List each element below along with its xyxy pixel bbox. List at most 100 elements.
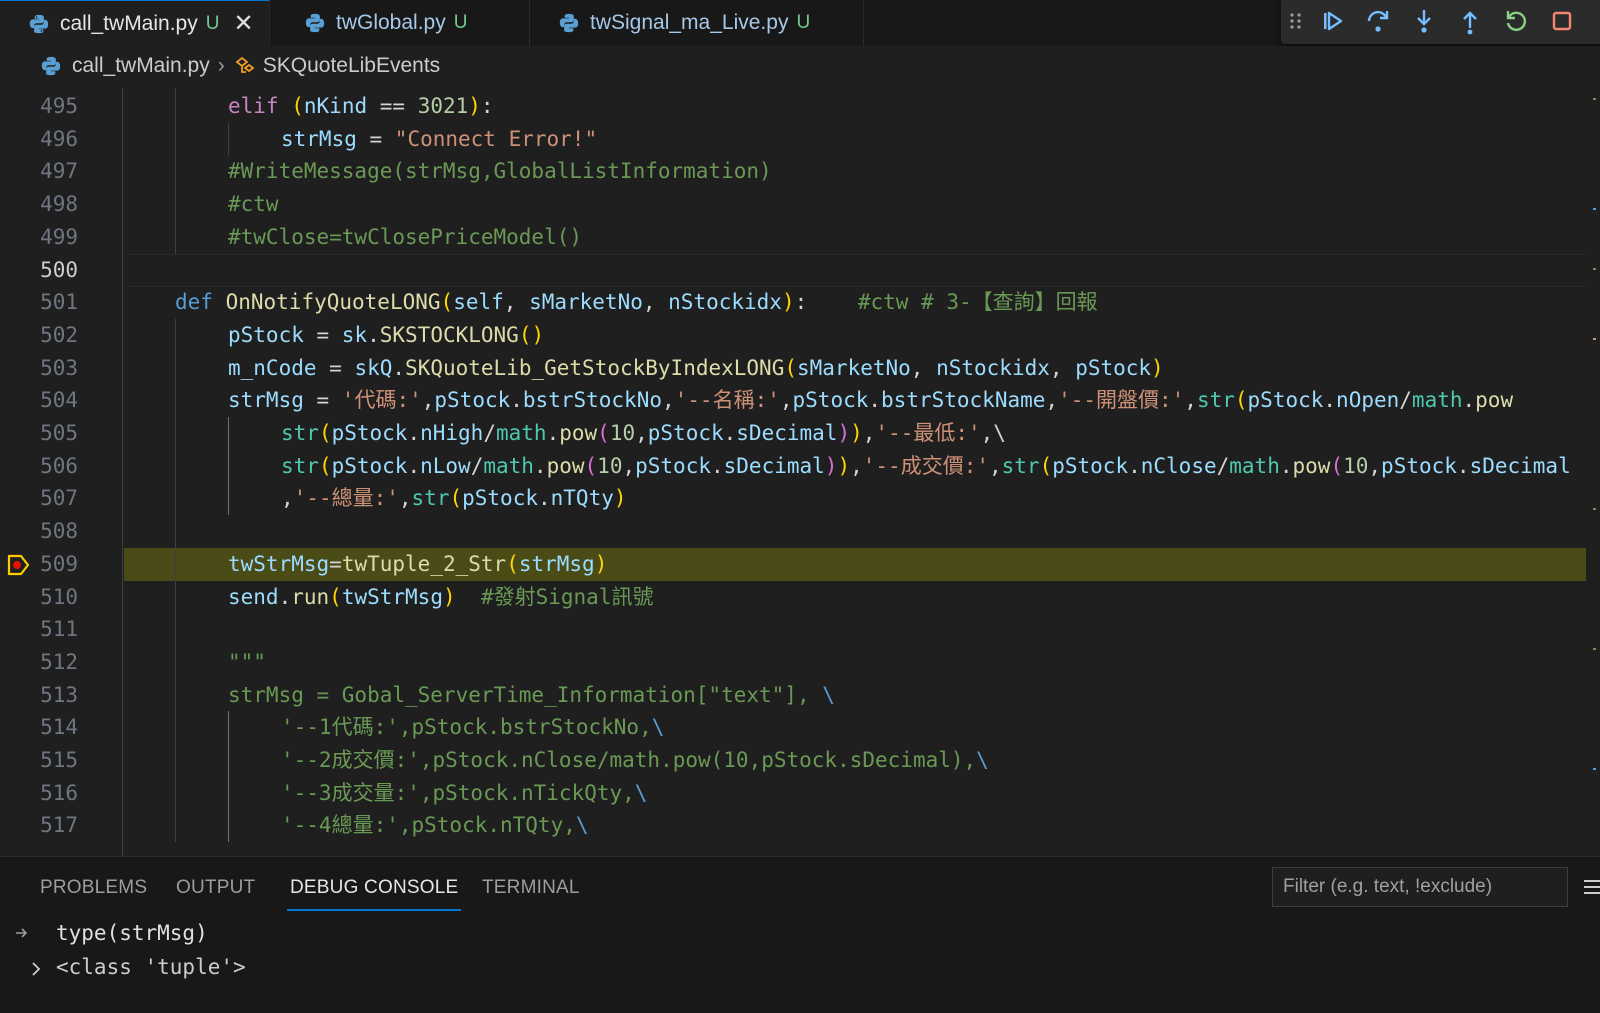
code-token: #ctw # 3-【查詢】回報 [857, 290, 1098, 315]
code-line[interactable]: 513 strMsg = Gobal_ServerTime_Information… [0, 678, 1600, 712]
line-number[interactable]: 502 [0, 319, 78, 352]
breadcrumb-file[interactable]: call_twMain.py [72, 54, 210, 78]
line-number[interactable]: 514 [0, 711, 78, 744]
code-line[interactable]: 508 [0, 515, 1600, 549]
line-number[interactable]: 505 [0, 417, 78, 450]
code-line[interactable]: 512 """ [0, 645, 1600, 679]
code-line[interactable]: 506 str(pStock.nLow/math.pow(10,pStock.sD… [0, 449, 1600, 483]
code-line[interactable]: 516 '--3成交量:',pStock.nTickQty,\ [0, 776, 1600, 810]
line-number[interactable]: 509 [0, 548, 78, 581]
line-number[interactable]: 511 [0, 613, 78, 646]
line-number[interactable]: 506 [0, 450, 78, 483]
step-over-icon[interactable] [1363, 6, 1393, 36]
code-token: ) [850, 421, 863, 445]
line-number[interactable]: 500 [0, 254, 78, 287]
tab-label: twGlobal.py [336, 11, 446, 34]
panel-tab-debug-console[interactable]: DEBUG CONSOLE [286, 877, 462, 911]
tab-call-twmain[interactable]: call_twMain.py U ✕ [0, 0, 270, 46]
line-number[interactable]: 499 [0, 221, 78, 254]
close-icon[interactable]: ✕ [233, 11, 253, 36]
code-token: / [483, 421, 496, 445]
step-into-icon[interactable] [1409, 6, 1439, 36]
line-number[interactable]: 516 [0, 777, 78, 810]
line-number[interactable]: 503 [0, 352, 78, 385]
code-line[interactable]: 507 ,'--總量:',str(pStock.nTQty) [0, 482, 1600, 516]
code-token: , [1049, 355, 1076, 380]
code-line[interactable]: 503 m_nCode = skQ.SKQuoteLib_GetStockByIn… [0, 351, 1600, 385]
code-token: / [470, 453, 484, 478]
line-number[interactable]: 497 [0, 155, 78, 188]
stop-icon[interactable] [1547, 6, 1577, 36]
code-text: twStrMsg=twTuple_2_Str(strMsg) [228, 548, 607, 581]
code-line[interactable]: 514 '--1代碼:',pStock.bstrStockNo,\ [0, 711, 1600, 745]
menu-icon[interactable] [1582, 877, 1600, 897]
continue-icon[interactable] [1317, 6, 1347, 36]
code-token: pow [1475, 388, 1514, 413]
console-input-line: type(strMsg) [56, 921, 208, 945]
code-token: nStockidx [936, 355, 1050, 380]
code-token: ,\ [980, 421, 1006, 445]
code-line[interactable]: 509 twStrMsg=twTuple_2_Str(strMsg) [0, 547, 1600, 581]
restart-icon[interactable] [1501, 6, 1531, 36]
minimap-scrollbar[interactable] [1590, 88, 1600, 856]
code-line[interactable]: 499 #twClose=twClosePriceModel() [0, 220, 1600, 254]
line-number[interactable]: 496 [0, 123, 78, 156]
line-number[interactable]: 515 [0, 744, 78, 777]
code-token: sMarketNo [797, 355, 911, 380]
code-line[interactable]: 500 [0, 253, 1600, 287]
tab-twglobal[interactable]: twGlobal.py U [276, 0, 530, 46]
line-number[interactable]: 498 [0, 188, 78, 221]
drag-handle-icon[interactable] [1281, 6, 1311, 36]
code-token: '--4總量:',pStock.nTQty, [281, 813, 576, 838]
breadcrumb-symbol[interactable]: SKQuoteLibEvents [263, 54, 440, 78]
code-line[interactable]: 498 #ctw [0, 188, 1600, 222]
line-number[interactable]: 508 [0, 515, 78, 548]
code-line[interactable]: 495 elif (nKind == 3021): [0, 90, 1600, 123]
indent-guide [228, 449, 229, 483]
code-token: pStock [1052, 453, 1129, 478]
git-status-badge: U [796, 12, 811, 33]
line-number[interactable]: 517 [0, 809, 78, 842]
code-line[interactable]: 505 str(pStock.nHigh/math.pow(10,pStock.s… [0, 417, 1600, 450]
line-number[interactable]: 512 [0, 646, 78, 679]
code-line[interactable]: 497 #WriteMessage(strMsg,GlobalListInform… [0, 155, 1600, 189]
tab-twsignal-ma-live[interactable]: twSignal_ma_Live.py U [530, 0, 864, 46]
code-line[interactable]: 510 send.run(twStrMsg) #發射Signal訊號 [0, 580, 1600, 614]
code-token: '--3成交量:',pStock.nTickQty, [281, 780, 635, 805]
indent-guide [122, 88, 123, 856]
code-token: SKQuoteLib_GetStockByIndexLONG [405, 355, 785, 380]
code-token: , [642, 290, 669, 315]
line-number[interactable]: 504 [0, 384, 78, 417]
panel-tab-output[interactable]: OUTPUT [176, 877, 255, 899]
code-token: \ [651, 715, 665, 740]
line-number[interactable]: 495 [0, 90, 78, 123]
code-editor[interactable]: 495 elif (nKind == 3021): 496 strMsg = "Con… [0, 88, 1600, 856]
code-line[interactable]: 502 pStock = sk.SKSTOCKLONG() [0, 318, 1600, 352]
step-out-icon[interactable] [1455, 6, 1485, 36]
code-line[interactable]: 517 '--4總量:',pStock.nTQty,\ [0, 809, 1600, 843]
code-text: send.run(twStrMsg) #發射Signal訊號 [228, 581, 653, 614]
console-filter-input[interactable] [1272, 867, 1568, 907]
code-token: ) [781, 290, 795, 315]
line-number[interactable]: 507 [0, 482, 78, 515]
code-line[interactable]: 501 def OnNotifyQuoteLONG(self, sMarketNo… [0, 286, 1600, 319]
code-line[interactable]: 515 '--2成交價:',pStock.nClose/math.pow(10,p… [0, 744, 1600, 777]
code-text: """ [228, 646, 266, 679]
line-number[interactable]: 510 [0, 581, 78, 614]
code-token: '代碼:' [341, 388, 422, 413]
code-line[interactable]: 496 strMsg = "Connect Error!" [0, 122, 1600, 156]
chevron-right-icon[interactable] [28, 960, 44, 978]
indent-guide [175, 776, 176, 810]
code-token: , [862, 421, 876, 445]
code-token: str [281, 421, 319, 445]
code-token: \ [822, 682, 835, 707]
code-line[interactable]: 511 [0, 613, 1600, 647]
code-token: pStock [462, 486, 538, 511]
python-file-icon [559, 13, 579, 33]
panel-tab-problems[interactable]: PROBLEMS [40, 877, 147, 899]
line-number[interactable]: 513 [0, 679, 78, 712]
line-number[interactable]: 501 [0, 286, 78, 319]
panel-tab-terminal[interactable]: TERMINAL [482, 877, 580, 899]
code-token: bstrStockNo [522, 388, 662, 413]
code-line[interactable]: 504 strMsg = '代碼:',pStock.bstrStockNo,'--… [0, 384, 1600, 418]
